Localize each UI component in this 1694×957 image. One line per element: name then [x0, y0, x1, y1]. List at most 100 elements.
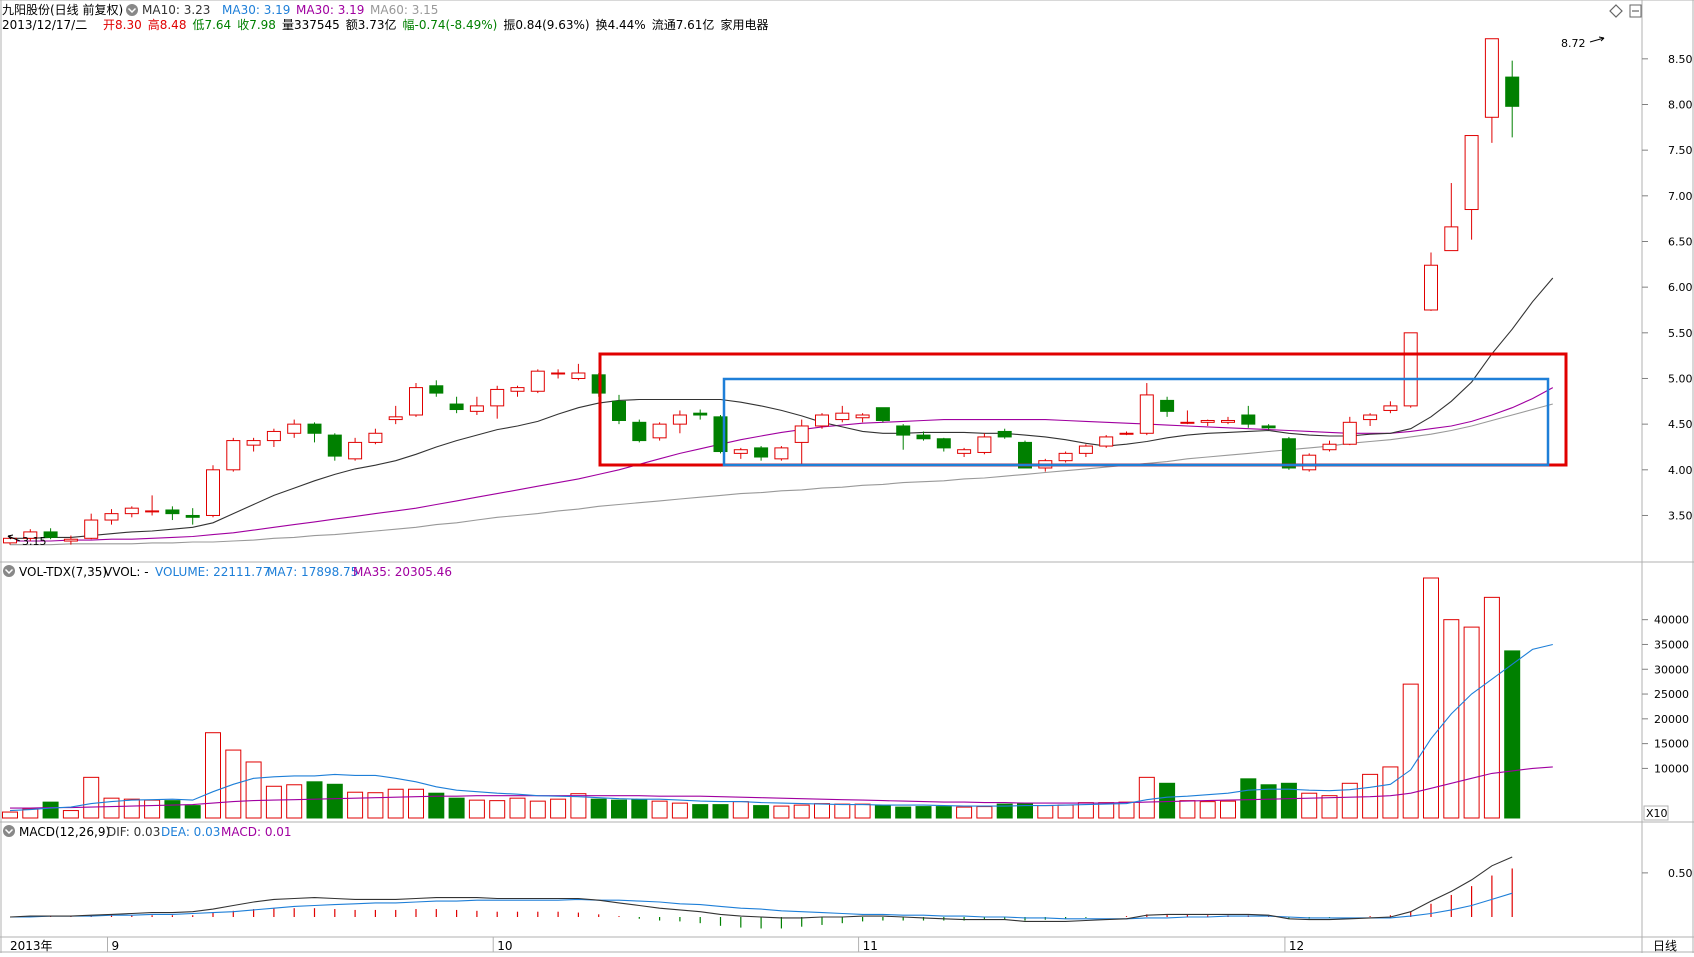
candle	[409, 383, 423, 417]
volume-bar	[184, 805, 201, 819]
volume-bar	[1220, 800, 1236, 819]
ma10-label: MA10: 3.23	[142, 3, 210, 17]
volume-bar	[956, 806, 973, 819]
volume-bar	[976, 806, 993, 819]
volume-tick-label: 25000	[1654, 688, 1689, 701]
volume-tick-label: 20000	[1654, 713, 1689, 726]
volume-bar	[834, 803, 851, 819]
volume-bar	[489, 800, 506, 819]
volume-bar	[793, 804, 810, 819]
volume-bar	[408, 788, 424, 819]
x-axis-month-oct: 10	[497, 939, 512, 953]
volume-bar	[1483, 596, 1500, 819]
candle	[774, 446, 789, 461]
volume-bar	[468, 799, 485, 819]
macd-tick-label: 0.50	[1668, 867, 1693, 880]
x-axis-year: 2013年	[10, 939, 53, 953]
volume-bar	[509, 797, 526, 819]
volume-bar	[651, 800, 668, 819]
volume-bar	[874, 805, 891, 819]
candle	[1403, 332, 1418, 408]
volume-bar	[42, 801, 59, 819]
macd-value-label: MACD: 0.01	[221, 825, 292, 839]
volume-bar	[814, 803, 830, 819]
volume-bar	[387, 788, 404, 819]
quote-item: 收7.98	[237, 18, 276, 32]
quote-item: 额3.73亿	[346, 17, 397, 32]
price-tick-label: 8.00	[1668, 98, 1693, 111]
macd-dea-label: DEA: 0.03	[161, 825, 220, 839]
volume-bar	[1199, 801, 1216, 819]
volume-bar	[590, 798, 607, 819]
price-tick-label: 7.00	[1668, 190, 1693, 203]
x-axis-month-nov: 11	[863, 939, 878, 953]
volume-bar	[1138, 776, 1155, 819]
volume-bar	[347, 791, 364, 819]
volume-ma7: MA7: 17898.75	[267, 565, 358, 579]
candle	[815, 413, 829, 429]
candle	[226, 437, 241, 472]
volume-bar	[854, 803, 871, 819]
quote-item: 低7.64	[192, 18, 231, 32]
candle	[206, 465, 220, 518]
volume-bar	[22, 808, 39, 819]
volume-header: VOL-TDX(7,35) VVOL: - VOLUME: 22111.77 M…	[3, 565, 452, 579]
candle	[1058, 451, 1073, 463]
macd-header: MACD(12,26,9) DIF: 0.03 DEA: 0.03 MACD: …	[3, 825, 292, 839]
price-tick-label: 7.50	[1668, 144, 1693, 157]
stock-title: 九阳股份(日线 前复权)	[2, 2, 123, 17]
quote-item: 开8.30	[103, 18, 142, 32]
chart-svg: 九阳股份(日线 前复权) MA10: 3.23 MA30: 3.19 MA30:…	[0, 0, 1694, 953]
volume-bar	[915, 806, 932, 819]
volume-bar	[2, 811, 18, 819]
period-label[interactable]: 日线	[1653, 939, 1677, 953]
volume-ma35: MA35: 20305.46	[353, 565, 452, 579]
volume-bar	[1179, 800, 1196, 819]
volume-bar	[144, 799, 161, 819]
quote-item: 量337545	[282, 18, 340, 32]
volume-bar	[1463, 626, 1480, 819]
volume-bar	[1037, 805, 1054, 819]
volume-tick-label: 10000	[1654, 762, 1689, 775]
x-axis-month-dec: 12	[1289, 939, 1304, 953]
volume-bar	[1301, 792, 1318, 819]
volume-bar	[62, 810, 79, 819]
volume-bar	[1402, 683, 1419, 819]
volume-bar	[1504, 650, 1521, 819]
volume-value: VOLUME: 22111.77	[155, 565, 270, 579]
volume-bar	[1382, 766, 1399, 819]
quote-item: 幅-0.74(-8.49%)	[402, 17, 497, 32]
volume-bar	[753, 805, 770, 819]
settings-dropdown-icon[interactable]	[126, 4, 138, 16]
volume-bar	[1159, 782, 1176, 819]
quote-item: 流通7.61亿	[652, 17, 715, 32]
candle	[1099, 435, 1114, 448]
volume-dropdown-icon[interactable]	[3, 565, 15, 577]
volume-bar	[1423, 577, 1439, 819]
price-tick-label: 8.50	[1668, 53, 1693, 66]
volume-tick-label: 15000	[1654, 738, 1689, 751]
price-tick-label: 6.00	[1668, 281, 1693, 294]
volume-bar	[692, 804, 709, 819]
low-label: 3.15	[22, 535, 47, 548]
volume-tick-label: 35000	[1654, 638, 1689, 651]
volume-bar	[1280, 782, 1297, 819]
volume-bar	[1341, 782, 1358, 819]
volume-bar	[773, 805, 790, 819]
ma30a-label: MA30: 3.19	[222, 3, 290, 17]
vvol-label: VVOL: -	[104, 565, 149, 579]
candle	[632, 419, 647, 443]
volume-bar	[1118, 801, 1135, 819]
volume-bar	[123, 798, 140, 819]
volume-tick-label: 30000	[1654, 663, 1689, 676]
volume-bar	[895, 806, 912, 819]
macd-dropdown-icon[interactable]	[3, 825, 15, 837]
candle	[652, 422, 667, 441]
price-tick-label: 4.00	[1668, 464, 1693, 477]
price-tick-label: 5.50	[1668, 327, 1693, 340]
volume-bar	[1098, 802, 1115, 819]
stock-chart: 九阳股份(日线 前复权) MA10: 3.23 MA30: 3.19 MA30:…	[0, 0, 1694, 953]
volume-bar	[428, 792, 445, 819]
collapse-icon[interactable]	[1629, 4, 1642, 18]
candle	[1302, 453, 1317, 472]
